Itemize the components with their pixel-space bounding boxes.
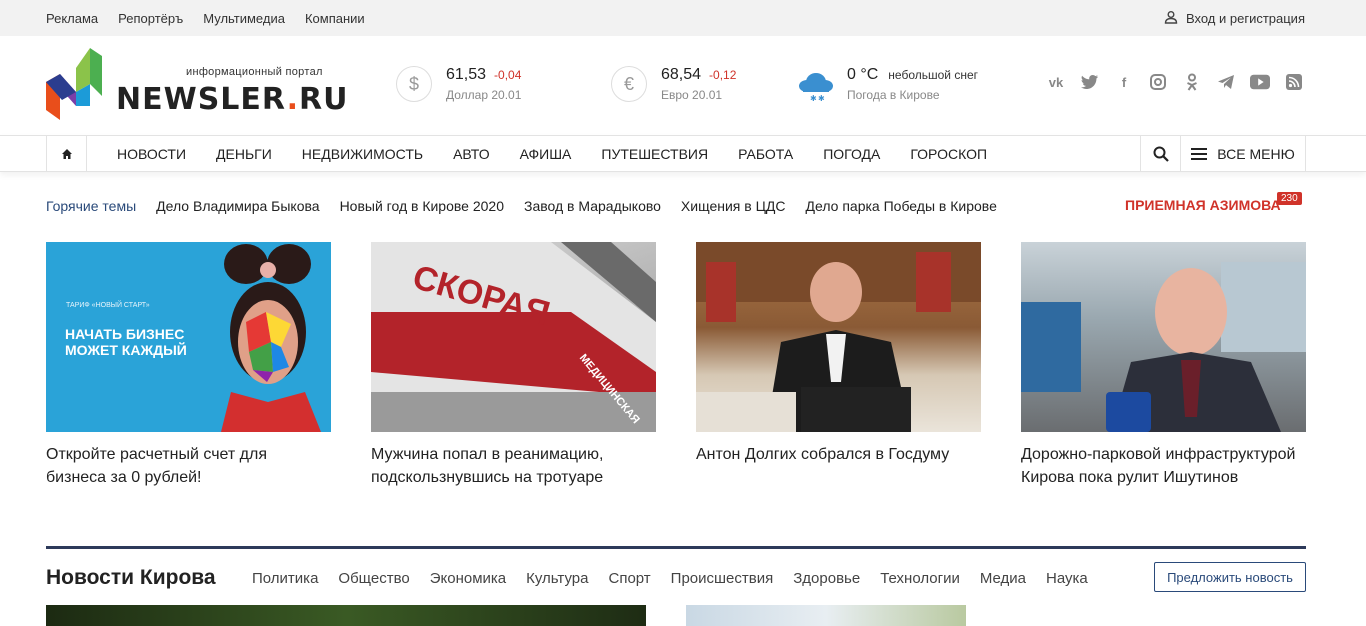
category-link[interactable]: Технологии — [880, 570, 960, 587]
nav-item-weather[interactable]: ПОГОДА — [808, 146, 895, 162]
weather-desc: небольшой снег — [888, 68, 979, 82]
usd-label: Доллар 20.01 — [446, 88, 522, 102]
top-link-multimedia[interactable]: Мультимедиа — [203, 11, 285, 26]
top-link-advertising[interactable]: Реклама — [46, 11, 98, 26]
priemnaya-count-badge: 230 — [1277, 192, 1302, 205]
man-interview-photo — [1021, 262, 1306, 432]
eur-value: 68,54 — [661, 66, 702, 83]
news-image[interactable] — [46, 605, 646, 626]
eur-label: Евро 20.01 — [661, 88, 723, 102]
category-link[interactable]: Происшествия — [671, 570, 774, 587]
section-divider — [46, 546, 1306, 549]
hot-topic[interactable]: Дело Владимира Быкова — [156, 198, 319, 214]
search-button[interactable] — [1140, 136, 1180, 171]
ad-small-text: ТАРИФ «НОВЫЙ СТАРТ» — [66, 302, 150, 309]
man-at-laptop-photo — [696, 242, 981, 432]
eur-change: -0,12 — [709, 68, 737, 82]
top-link-reporter[interactable]: Репортёръ — [118, 11, 183, 26]
hot-topic[interactable]: Завод в Марадыково — [524, 198, 661, 214]
nav-item-jobs[interactable]: РАБОТА — [723, 146, 808, 162]
rss-icon[interactable] — [1284, 72, 1304, 92]
suggest-news-button[interactable]: Предложить новость — [1154, 562, 1306, 592]
social-links: vk f — [1046, 72, 1304, 92]
weather-temp: 0 °C — [847, 66, 879, 83]
hot-topic[interactable]: Дело парка Победы в Кирове — [806, 198, 997, 214]
category-link[interactable]: Общество — [338, 570, 409, 587]
news-card[interactable]: Антон Долгих собрался в Госдуму — [696, 242, 981, 466]
priemnaya-link[interactable]: ПРИЕМНАЯ АЗИМОВА — [1125, 197, 1281, 213]
top-link-companies[interactable]: Компании — [305, 11, 365, 26]
nav-item-money[interactable]: ДЕНЬГИ — [201, 146, 287, 162]
odnoklassniki-icon[interactable] — [1182, 72, 1202, 92]
news-card[interactable]: ТАРИФ «НОВЫЙ СТАРТ» НАЧАТЬ БИЗНЕС МОЖЕТ … — [46, 242, 331, 489]
hamburger-icon — [1191, 147, 1208, 160]
user-icon — [1164, 10, 1178, 27]
card-image[interactable]: СКОРАЯ МЕДИЦИНСКАЯ — [371, 242, 656, 432]
dollar-icon: $ — [396, 66, 432, 102]
card-title[interactable]: Дорожно-парковой инфраструктурой Кирова … — [1021, 443, 1306, 489]
nav-item-realty[interactable]: НЕДВИЖИМОСТЬ — [287, 146, 438, 162]
usd-value: 61,53 — [446, 66, 487, 83]
svg-text:✱: ✱ — [810, 94, 817, 102]
logo-tagline: информационный портал — [186, 66, 323, 78]
card-title[interactable]: Антон Долгих собрался в Госдуму — [696, 443, 981, 466]
site-logo[interactable]: информационный портал NEWSLER.RU — [46, 48, 349, 122]
news-card[interactable]: Дорожно-парковой инфраструктурой Кирова … — [1021, 242, 1306, 489]
card-image[interactable] — [1021, 242, 1306, 432]
header: информационный портал NEWSLER.RU $ 61,53… — [0, 36, 1366, 135]
category-link[interactable]: Здоровье — [793, 570, 860, 587]
logo-text: NEWSLER.RU — [116, 82, 349, 117]
category-link[interactable]: Медиа — [980, 570, 1026, 587]
category-link[interactable]: Политика — [252, 570, 318, 587]
nav-item-horoscope[interactable]: ГОРОСКОП — [895, 146, 1002, 162]
cloud-snow-icon: ✱ ✱ — [799, 73, 833, 102]
euro-icon: € — [611, 66, 647, 102]
login-link[interactable]: Вход и регистрация — [1164, 0, 1305, 36]
nav-item-auto[interactable]: АВТО — [438, 146, 505, 162]
nav-item-afisha[interactable]: АФИША — [505, 146, 587, 162]
category-link[interactable]: Наука — [1046, 570, 1088, 587]
svg-text:✱: ✱ — [818, 94, 825, 102]
news-card[interactable]: СКОРАЯ МЕДИЦИНСКАЯ Мужчина попал в реани… — [371, 242, 656, 489]
instagram-icon[interactable] — [1148, 72, 1168, 92]
telegram-icon[interactable] — [1216, 72, 1236, 92]
weather-label: Погода в Кирове — [847, 88, 940, 102]
facebook-icon[interactable]: f — [1114, 72, 1134, 92]
card-image[interactable] — [696, 242, 981, 432]
category-link[interactable]: Экономика — [430, 570, 506, 587]
hot-topic[interactable]: Новый год в Кирове 2020 — [340, 198, 504, 214]
woman-portrait-illustration — [221, 244, 321, 432]
card-title[interactable]: Мужчина попал в реанимацию, подскользнув… — [371, 443, 656, 489]
ad-headline: НАЧАТЬ БИЗНЕС МОЖЕТ КАЖДЫЙ — [65, 326, 187, 358]
home-icon — [61, 148, 72, 159]
card-image[interactable]: ТАРИФ «НОВЫЙ СТАРТ» НАЧАТЬ БИЗНЕС МОЖЕТ … — [46, 242, 331, 432]
logo-mark-icon — [46, 48, 102, 120]
top-utility-bar: Реклама Репортёръ Мультимедиа Компании В… — [0, 0, 1366, 36]
category-link[interactable]: Спорт — [608, 570, 650, 587]
nav-item-travel[interactable]: ПУТЕШЕСТВИЯ — [586, 146, 723, 162]
all-menu-button[interactable]: ВСЕ МЕНЮ — [1180, 136, 1306, 171]
hot-topics-label[interactable]: Горячие темы — [46, 198, 136, 214]
home-button[interactable] — [46, 136, 87, 171]
main-nav: НОВОСТИ ДЕНЬГИ НЕДВИЖИМОСТЬ АВТО АФИША П… — [0, 135, 1366, 172]
hot-topic[interactable]: Хищения в ЦДС — [681, 198, 786, 214]
login-label: Вход и регистрация — [1185, 10, 1305, 26]
news-image[interactable] — [686, 605, 966, 626]
usd-change: -0,04 — [494, 68, 522, 82]
category-link[interactable]: Культура — [526, 570, 588, 587]
hot-topics: Горячие темы Дело Владимира Быкова Новый… — [46, 196, 997, 216]
all-menu-label: ВСЕ МЕНЮ — [1217, 145, 1295, 162]
nav-items: НОВОСТИ ДЕНЬГИ НЕДВИЖИМОСТЬ АВТО АФИША П… — [102, 136, 1002, 171]
youtube-icon[interactable] — [1250, 72, 1270, 92]
top-links: Реклама Репортёръ Мультимедиа Компании — [46, 0, 365, 36]
card-title[interactable]: Откройте расчетный счет для бизнеса за 0… — [46, 443, 331, 489]
vk-icon[interactable]: vk — [1046, 72, 1066, 92]
search-icon — [1153, 146, 1169, 162]
section-categories: Политика Общество Экономика Культура Спо… — [252, 570, 1088, 587]
nav-item-news[interactable]: НОВОСТИ — [102, 146, 201, 162]
section-title[interactable]: Новости Кирова — [46, 566, 216, 590]
twitter-icon[interactable] — [1080, 72, 1100, 92]
